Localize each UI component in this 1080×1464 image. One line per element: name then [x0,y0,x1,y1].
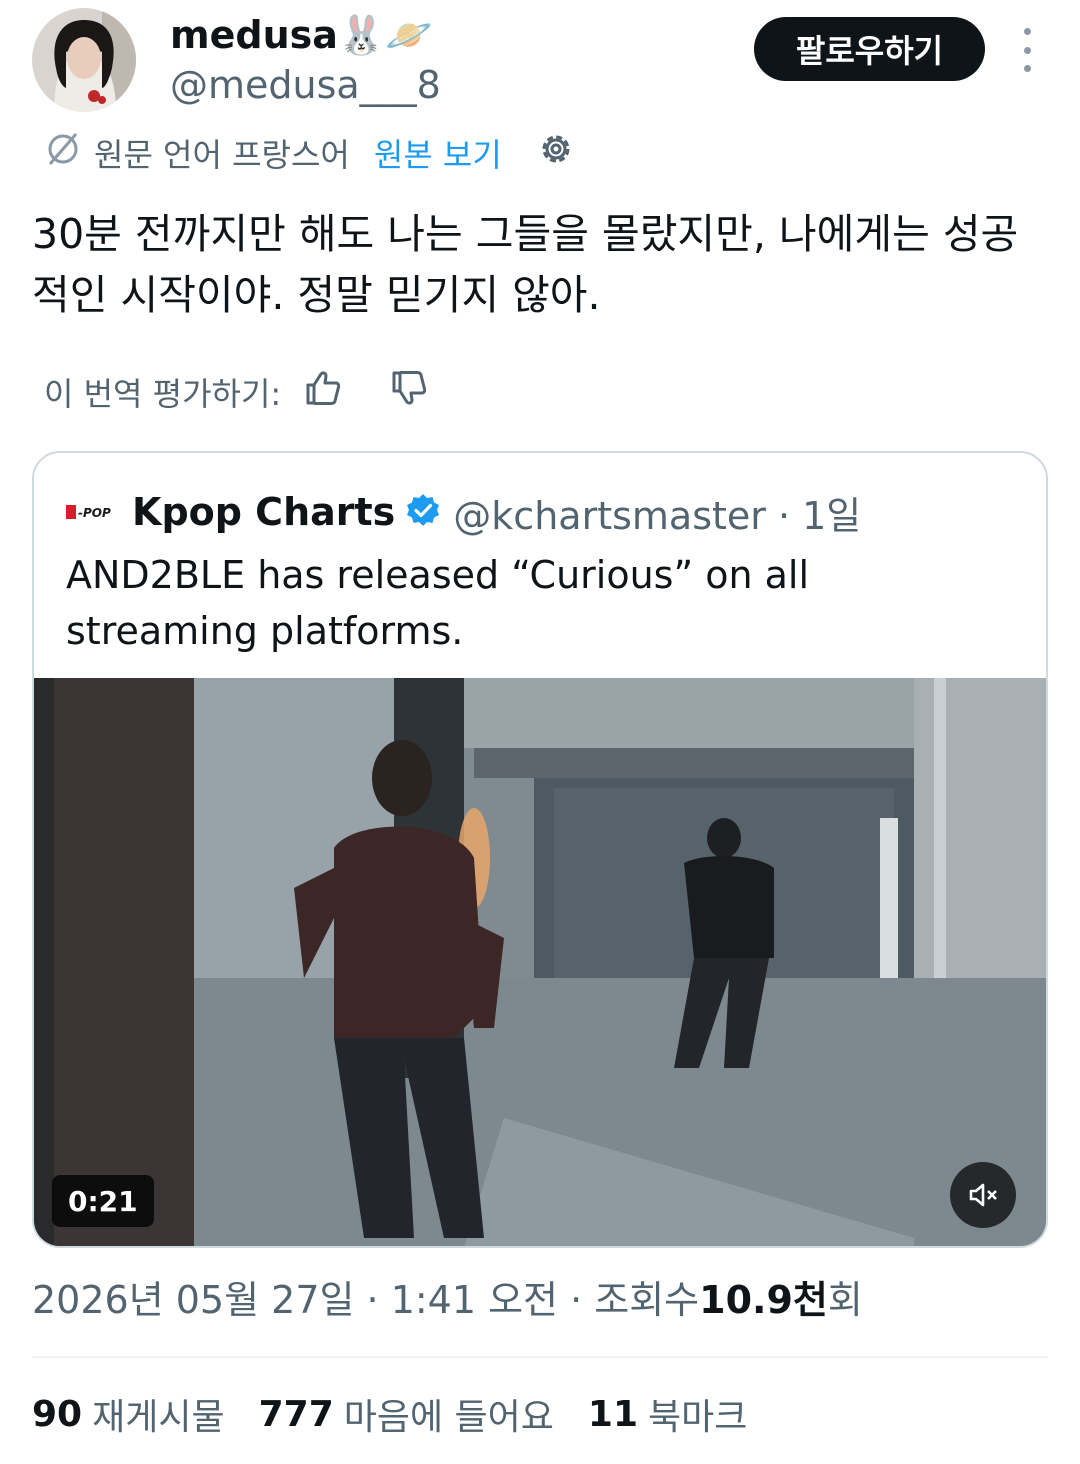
video-frame [34,678,1046,1246]
rate-translation-label: 이 번역 평가하기: [44,375,282,413]
more-options-icon[interactable] [1012,28,1042,72]
quoted-tweet-header: -POP Kpop Charts @kchartsmaster · 1일 [66,487,862,538]
muted-speaker-icon[interactable] [950,1162,1016,1228]
translation-bar: 원문 언어 프랑스어 원본 보기 [44,128,576,178]
kpop-logo: -POP [66,503,118,521]
quoted-tweet-card[interactable]: -POP Kpop Charts @kchartsmaster · 1일 AND… [32,451,1048,1248]
follow-button[interactable]: 팔로우하기 [754,17,985,81]
user-handle[interactable]: @medusa___8 [170,60,441,110]
bookmarks-label[interactable]: 북마크 [648,1388,747,1440]
video-player[interactable]: 0:21 [34,678,1046,1246]
view-original-link[interactable]: 원본 보기 [374,130,502,176]
reposts-count[interactable]: 90 [32,1394,82,1435]
likes-label[interactable]: 마음에 들어요 [344,1388,554,1440]
verified-badge-icon [405,492,441,532]
thumbs-down-icon[interactable] [389,368,429,416]
timestamp-text: 2026년 05월 27일 · 1:41 오전 · 조회수 [32,1277,700,1322]
svg-text:-POP: -POP [78,506,111,520]
view-count: 10.9천 [699,1277,828,1322]
divider [32,1356,1048,1358]
engagement-stats: 90 재게시물 777 마음에 들어요 11 북마크 [32,1388,781,1440]
avatar[interactable] [32,8,136,112]
tweet-timestamp: 2026년 05월 27일 · 1:41 오전 · 조회수 10.9천 회 [32,1270,863,1322]
video-duration: 0:21 [52,1175,154,1227]
rate-translation: 이 번역 평가하기: [44,366,429,418]
translate-icon [44,130,82,176]
view-suffix: 회 [827,1277,863,1322]
likes-count[interactable]: 777 [259,1394,334,1435]
display-name[interactable]: medusa🐰🪐 [170,10,433,60]
reposts-label[interactable]: 재게시물 [92,1388,224,1440]
quoted-author-name[interactable]: Kpop Charts [132,490,395,534]
quoted-handle-time: @kchartsmaster · 1일 [453,493,862,538]
source-language: 원문 언어 프랑스어 [94,136,350,174]
bookmarks-count[interactable]: 11 [588,1394,638,1435]
thumbs-up-icon[interactable] [303,368,343,416]
tweet-text: 30분 전까지만 해도 나는 그들을 몰랐지만, 나에게는 성공적인 시작이야.… [32,210,1019,319]
gear-icon[interactable] [536,129,576,177]
quoted-tweet-text: AND2BLE has released “Curious” on all st… [66,553,810,653]
